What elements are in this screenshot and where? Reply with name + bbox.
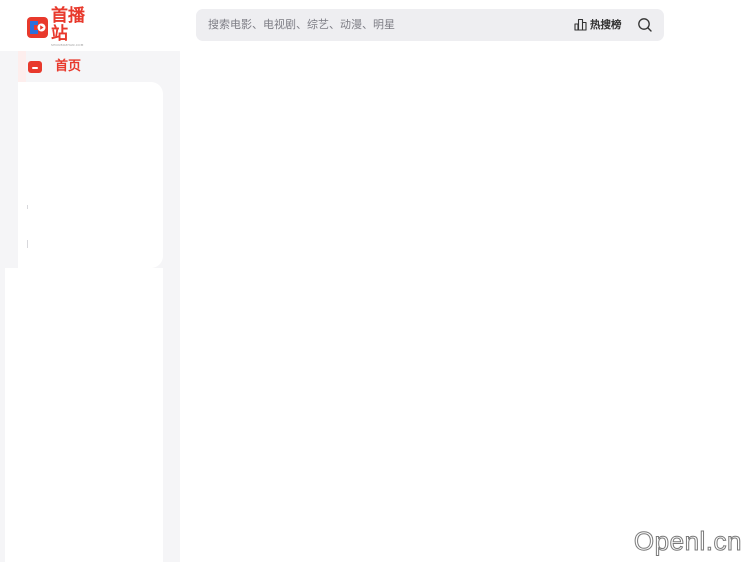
ranking-icon bbox=[574, 16, 587, 35]
sidebar-item-home[interactable]: 首页 bbox=[18, 51, 163, 82]
sidebar-panel bbox=[18, 82, 163, 268]
divider bbox=[27, 205, 28, 209]
active-indicator bbox=[18, 51, 26, 82]
sidebar-lower-panel bbox=[5, 268, 163, 562]
logo-area: 首播站 SHOUBOZHAN.COM bbox=[0, 0, 163, 51]
main-content bbox=[180, 57, 750, 562]
home-icon bbox=[28, 61, 42, 73]
watermark: Openl.cn bbox=[633, 526, 742, 557]
search-bar[interactable]: 搜索电影、电视剧、综艺、动漫、明星 热搜榜 bbox=[196, 9, 664, 41]
hot-search-label: 热搜榜 bbox=[590, 19, 622, 31]
site-logo[interactable]: 首播站 SHOUBOZHAN.COM bbox=[27, 7, 101, 47]
sidebar: 首页 bbox=[0, 51, 180, 562]
search-icon[interactable] bbox=[636, 16, 654, 34]
search-input[interactable]: 搜索电影、电视剧、综艺、动漫、明星 bbox=[208, 17, 395, 33]
logo-mark-icon bbox=[27, 16, 48, 38]
top-bar: 首播站 SHOUBOZHAN.COM 搜索电影、电视剧、综艺、动漫、明星 热搜榜 bbox=[0, 0, 750, 57]
sidebar-item-label: 首页 bbox=[55, 59, 82, 74]
logo-subtitle: SHOUBOZHAN.COM bbox=[51, 43, 84, 47]
hot-search-button[interactable]: 热搜榜 bbox=[574, 16, 622, 34]
divider bbox=[27, 240, 28, 248]
page: 首播站 SHOUBOZHAN.COM 搜索电影、电视剧、综艺、动漫、明星 热搜榜 bbox=[0, 0, 750, 562]
logo-text: 首播站 bbox=[51, 6, 85, 44]
